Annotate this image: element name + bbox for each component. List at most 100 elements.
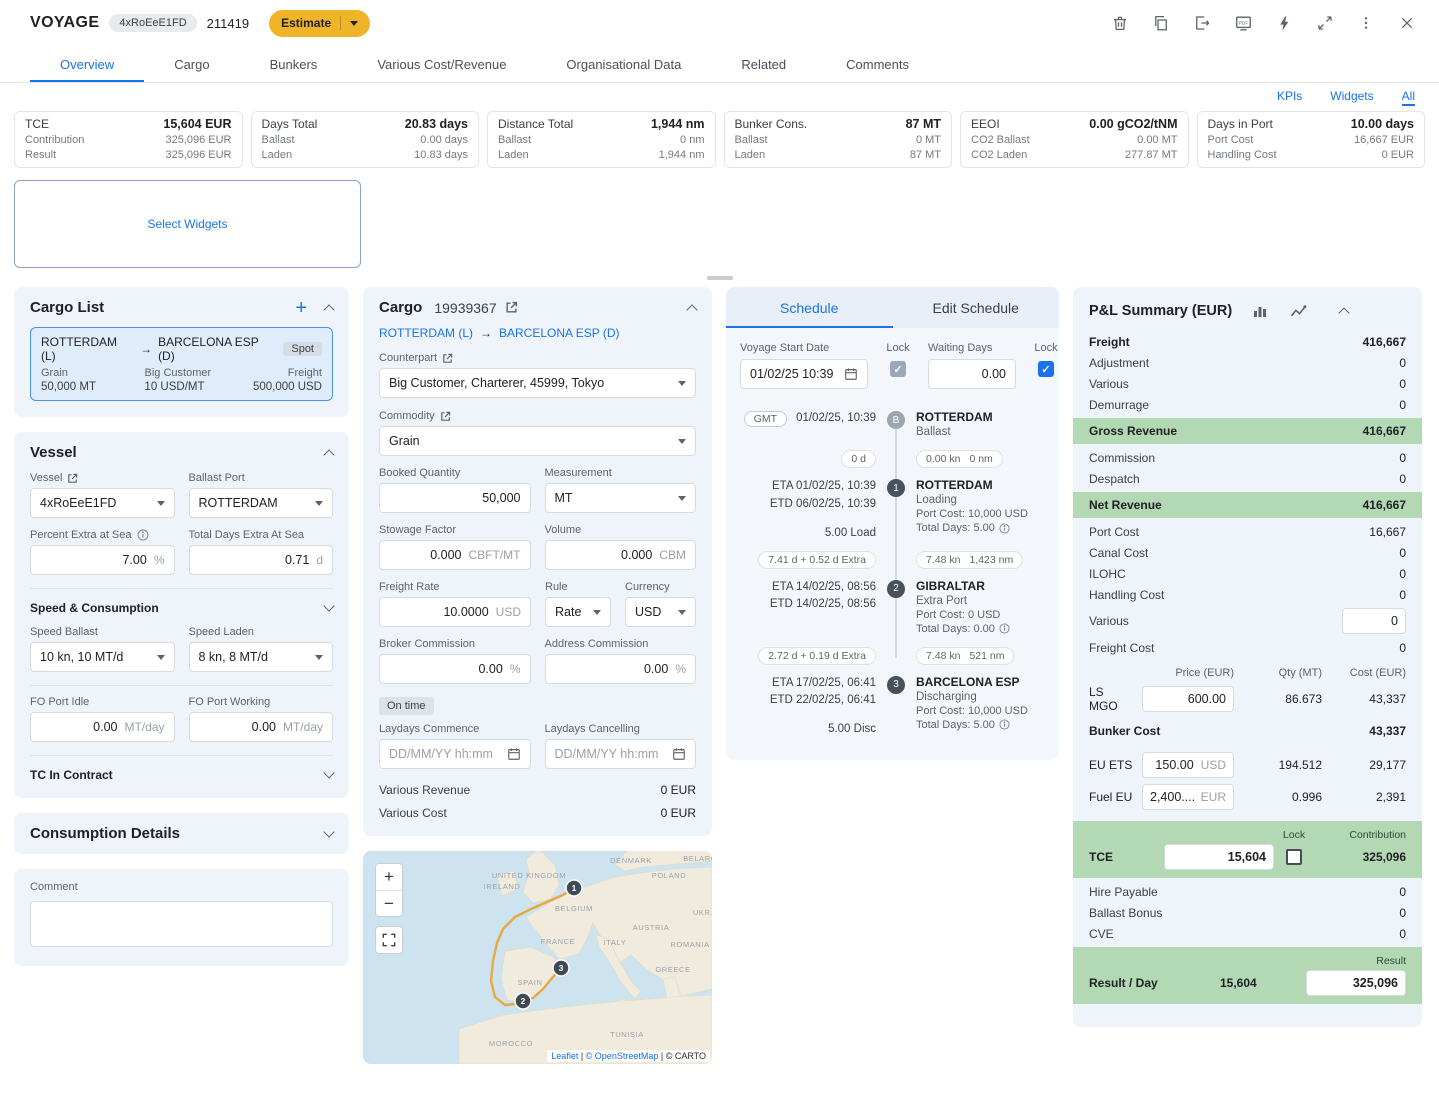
fo-port-working-input[interactable] [199, 720, 276, 734]
svg-text:FRANCE: FRANCE [541, 937, 575, 946]
filter-widgets[interactable]: Widgets [1330, 89, 1373, 106]
fo-port-idle-input[interactable] [40, 720, 117, 734]
info-icon[interactable] [137, 529, 149, 541]
export-icon[interactable] [1192, 13, 1212, 33]
tab-schedule[interactable]: Schedule [726, 287, 893, 328]
collapse-chevron-icon[interactable] [1338, 307, 1349, 318]
eu-ets-qty: 194.512 [1242, 758, 1322, 772]
caret-down-icon [315, 501, 323, 506]
external-link-icon[interactable] [505, 301, 518, 314]
calendar-icon[interactable] [507, 747, 521, 761]
calendar-icon[interactable] [844, 367, 858, 381]
collapse-chevron-icon[interactable] [323, 449, 334, 460]
waiting-days-lock-checkbox[interactable] [1038, 361, 1054, 377]
address-commission-input[interactable] [555, 662, 669, 676]
panel-resize-handle[interactable] [707, 276, 733, 280]
vessel-select[interactable]: 4xRoEeE1FD [30, 488, 175, 518]
broker-commission-input[interactable] [389, 662, 503, 676]
tc-in-contract-section[interactable]: TC In Contract [30, 755, 333, 782]
comment-textarea[interactable] [30, 901, 333, 947]
estimate-dropdown-button[interactable]: Estimate [269, 10, 370, 37]
leg-port: GIBRALTAR [916, 579, 1045, 593]
timeline-node-1[interactable]: 1 [887, 479, 905, 497]
tab-overview[interactable]: Overview [30, 46, 144, 82]
delete-icon[interactable] [1110, 13, 1130, 33]
osm-link[interactable]: © OpenStreetMap [586, 1051, 659, 1061]
tab-related[interactable]: Related [711, 46, 816, 82]
timeline-node-ballast[interactable]: B [887, 411, 905, 429]
tab-cargo[interactable]: Cargo [144, 46, 239, 82]
laydays-cancelling-input[interactable] [555, 747, 673, 761]
bar-chart-icon[interactable] [1250, 301, 1270, 321]
result-input[interactable] [1314, 976, 1398, 990]
commodity-select[interactable]: Grain [379, 426, 696, 456]
add-cargo-button[interactable]: + [295, 301, 307, 315]
route-marker-2[interactable]: 2 [515, 993, 531, 1009]
quick-actions-bolt-icon[interactable] [1274, 13, 1294, 33]
tab-various-cost-revenue[interactable]: Various Cost/Revenue [347, 46, 536, 82]
booked-quantity-input[interactable] [389, 491, 521, 505]
measurement-select[interactable]: MT [545, 483, 697, 513]
map-zoom-in-button[interactable]: + [376, 864, 402, 890]
tab-organisational-data[interactable]: Organisational Data [536, 46, 711, 82]
filter-all[interactable]: All [1402, 89, 1415, 106]
timeline-node-2[interactable]: 2 [887, 580, 905, 598]
tab-edit-schedule[interactable]: Edit Schedule [893, 287, 1060, 328]
leaflet-link[interactable]: Leaflet [551, 1051, 578, 1061]
more-options-icon[interactable] [1356, 13, 1376, 33]
external-link-icon[interactable] [442, 353, 453, 364]
rule-select[interactable]: Rate [545, 597, 611, 627]
calendar-icon[interactable] [672, 747, 686, 761]
select-widgets-box: Select Widgets [14, 180, 361, 268]
voyage-start-date-input[interactable] [750, 367, 844, 381]
map-zoom-out-button[interactable]: − [376, 890, 402, 916]
ballast-port-select[interactable]: ROTTERDAM [189, 488, 334, 518]
external-link-icon[interactable] [67, 473, 78, 484]
external-link-icon[interactable] [440, 411, 451, 422]
route-marker-3[interactable]: 3 [553, 960, 569, 976]
ls-mgo-price-input[interactable] [1150, 692, 1226, 706]
timeline-node-3[interactable]: 3 [887, 676, 905, 694]
start-date-lock-checkbox[interactable] [890, 361, 906, 377]
route-map[interactable]: UNITED KINGDOM IRELAND DENMARK POLAND BE… [363, 851, 712, 1064]
map-fullscreen-button[interactable] [375, 926, 403, 954]
days-extra-input[interactable] [199, 553, 310, 567]
route-to-link[interactable]: BARCELONA ESP (D) [499, 326, 619, 340]
close-icon[interactable] [1397, 13, 1417, 33]
freight-rate-input[interactable] [389, 605, 489, 619]
stowage-factor-input[interactable] [389, 548, 462, 562]
info-icon[interactable] [999, 623, 1010, 634]
tab-comments[interactable]: Comments [816, 46, 939, 82]
cargo-list-title: Cargo List [30, 299, 104, 316]
route-from-link[interactable]: ROTTERDAM (L) [379, 326, 473, 340]
info-icon[interactable] [999, 719, 1010, 730]
percent-extra-input[interactable] [40, 553, 147, 567]
select-widgets-link[interactable]: Select Widgets [147, 217, 227, 231]
chevron-down-icon[interactable] [323, 826, 334, 837]
speed-laden-select[interactable]: 8 kn, 8 MT/d [189, 642, 334, 672]
pnl-various-input[interactable] [1350, 614, 1398, 628]
speed-consumption-section[interactable]: Speed & Consumption [30, 588, 333, 615]
laydays-commence-input[interactable] [389, 747, 507, 761]
route-marker-1[interactable]: 1 [566, 880, 582, 896]
waiting-days-input[interactable] [938, 367, 1006, 381]
collapse-chevron-icon[interactable] [686, 304, 697, 315]
volume-input[interactable] [555, 548, 653, 562]
currency-select[interactable]: USD [625, 597, 696, 627]
tce-lock-checkbox[interactable] [1286, 849, 1302, 865]
counterpart-select[interactable]: Big Customer, Charterer, 45999, Tokyo [379, 368, 696, 398]
unit-suffix: % [675, 662, 686, 676]
speed-ballast-select[interactable]: 10 kn, 10 MT/d [30, 642, 175, 672]
fuel-eu-price-input[interactable] [1150, 790, 1194, 804]
fullscreen-icon[interactable] [1315, 13, 1335, 33]
tab-bunkers[interactable]: Bunkers [240, 46, 348, 82]
filter-kpis[interactable]: KPIs [1277, 89, 1302, 106]
pdf-export-icon[interactable]: PDF [1233, 13, 1253, 33]
line-chart-icon[interactable] [1288, 301, 1308, 321]
info-icon[interactable] [999, 523, 1010, 534]
tce-input[interactable] [1172, 850, 1266, 864]
cargo-list-item[interactable]: ROTTERDAM (L) → BARCELONA ESP (D) Spot G… [30, 327, 333, 401]
eu-ets-price-input[interactable] [1150, 758, 1194, 772]
collapse-chevron-icon[interactable] [323, 304, 334, 315]
copy-icon[interactable] [1151, 13, 1171, 33]
